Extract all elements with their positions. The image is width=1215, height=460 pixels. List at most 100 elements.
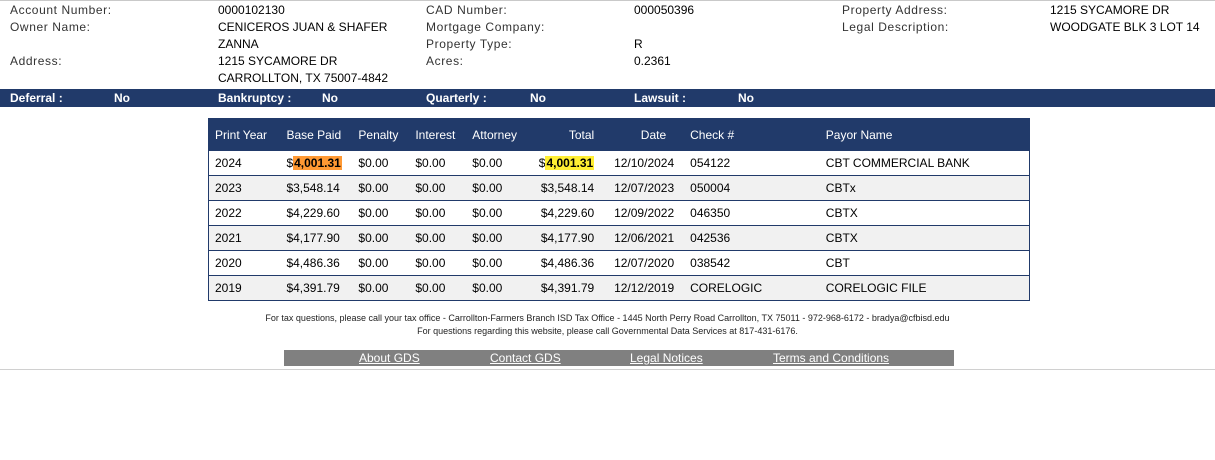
legal-notices-link[interactable]: Legal Notices: [630, 351, 703, 365]
deferral-value: No: [114, 91, 130, 105]
cell-date: 12/10/2024: [600, 150, 685, 176]
legal-description-value: WOODGATE BLK 3 LOT 14: [1050, 20, 1200, 34]
cell-print-year: 2019: [208, 275, 281, 301]
column-header-attorney: Attorney: [466, 118, 524, 151]
top-divider: [0, 0, 1215, 1]
cad-number-value: 000050396: [634, 3, 695, 17]
cell-total: $4,229.60: [523, 200, 601, 226]
cell-interest: $0.00: [409, 175, 467, 201]
mortgage-company-label: Mortgage Company:: [426, 20, 545, 34]
property-address-value: 1215 SYCAMORE DR: [1050, 3, 1170, 17]
bankruptcy-value: No: [322, 91, 338, 105]
payment-history-table: Print Year Base Paid Penalty Interest At…: [208, 118, 1030, 301]
cell-print-year: 2023: [208, 175, 281, 201]
deferral-label: Deferral :: [10, 91, 63, 105]
cell-interest: $0.00: [409, 150, 467, 176]
cell-interest: $0.00: [409, 200, 467, 226]
table-row: 2023 $3,548.14 $0.00 $0.00 $0.00 $3,548.…: [208, 175, 1030, 201]
cell-attorney: $0.00: [466, 200, 524, 226]
account-number-value: 0000102130: [218, 3, 285, 17]
column-header-check: Check #: [684, 118, 820, 151]
cell-total: $3,548.14: [523, 175, 601, 201]
quarterly-label: Quarterly :: [426, 91, 487, 105]
column-header-print-year: Print Year: [208, 118, 281, 151]
table-row: 2021 $4,177.90 $0.00 $0.00 $0.00 $4,177.…: [208, 225, 1030, 251]
quarterly-value: No: [530, 91, 546, 105]
cell-payor-name: CBTx: [819, 175, 1030, 201]
cell-attorney: $0.00: [466, 275, 524, 301]
property-type-label: Property Type:: [426, 37, 513, 51]
cell-check: 050004: [684, 175, 820, 201]
acres-label: Acres:: [426, 54, 464, 68]
lawsuit-label: Lawsuit :: [634, 91, 687, 105]
cad-number-label: CAD Number:: [426, 3, 508, 17]
column-header-base-paid: Base Paid: [280, 118, 353, 151]
base-paid-highlight: 4,001.31: [293, 156, 342, 170]
cell-penalty: $0.00: [352, 250, 410, 276]
cell-attorney: $0.00: [466, 225, 524, 251]
cell-interest: $0.00: [409, 250, 467, 276]
cell-check: 038542: [684, 250, 820, 276]
table-header-row: Print Year Base Paid Penalty Interest At…: [208, 118, 1030, 151]
contact-gds-link[interactable]: Contact GDS: [490, 351, 561, 365]
column-header-date: Date: [600, 118, 685, 151]
column-header-interest: Interest: [409, 118, 467, 151]
cell-base-paid: $4,391.79: [280, 275, 353, 301]
cell-attorney: $0.00: [466, 150, 524, 176]
cell-date: 12/06/2021: [600, 225, 685, 251]
cell-interest: $0.00: [409, 225, 467, 251]
table-row: 2022 $4,229.60 $0.00 $0.00 $0.00 $4,229.…: [208, 200, 1030, 226]
footer-link-bar: About GDS Contact GDS Legal Notices Term…: [284, 350, 954, 366]
column-header-penalty: Penalty: [352, 118, 410, 151]
table-row: 2020 $4,486.36 $0.00 $0.00 $0.00 $4,486.…: [208, 250, 1030, 276]
lawsuit-value: No: [738, 91, 754, 105]
cell-attorney: $0.00: [466, 250, 524, 276]
footer-website-text: For questions regarding this website, pl…: [417, 326, 798, 336]
address-label: Address:: [10, 54, 63, 68]
owner-name-line1: CENICEROS JUAN & SHAFER: [218, 20, 388, 34]
cell-base-paid: $4,177.90: [280, 225, 353, 251]
cell-penalty: $0.00: [352, 275, 410, 301]
cell-penalty: $0.00: [352, 225, 410, 251]
table-row: 2024 $4,001.31 $0.00 $0.00 $0.00 $4,001.…: [208, 150, 1030, 176]
cell-print-year: 2024: [208, 150, 281, 176]
about-gds-link[interactable]: About GDS: [359, 351, 420, 365]
address-line1: 1215 SYCAMORE DR: [218, 54, 338, 68]
column-header-payor-name: Payor Name: [819, 118, 1030, 151]
cell-date: 12/12/2019: [600, 275, 685, 301]
cell-date: 12/07/2023: [600, 175, 685, 201]
cell-total: $4,391.79: [523, 275, 601, 301]
cell-base-paid: $4,486.36: [280, 250, 353, 276]
cell-penalty: $0.00: [352, 200, 410, 226]
account-number-label: Account Number:: [10, 3, 112, 17]
column-header-total: Total: [523, 118, 601, 151]
cell-print-year: 2021: [208, 225, 281, 251]
table-row: 2019 $4,391.79 $0.00 $0.00 $0.00 $4,391.…: [208, 275, 1030, 301]
cell-check: CORELOGIC: [684, 275, 820, 301]
cell-total: $4,486.36: [523, 250, 601, 276]
footer-tax-office-text: For tax questions, please call your tax …: [265, 313, 950, 323]
property-address-label: Property Address:: [842, 3, 948, 17]
cell-base-paid: $3,548.14: [280, 175, 353, 201]
cell-date: 12/09/2022: [600, 200, 685, 226]
status-flags-bar: Deferral : No Bankruptcy : No Quarterly …: [0, 89, 1215, 107]
cell-total: $4,177.90: [523, 225, 601, 251]
bankruptcy-label: Bankruptcy :: [218, 91, 292, 105]
cell-interest: $0.00: [409, 275, 467, 301]
terms-and-conditions-link[interactable]: Terms and Conditions: [773, 351, 889, 365]
cell-payor-name: CBT COMMERCIAL BANK: [819, 150, 1030, 176]
legal-description-label: Legal Description:: [842, 20, 949, 34]
cell-check: 054122: [684, 150, 820, 176]
cell-check: 046350: [684, 200, 820, 226]
cell-base-paid: $4,001.31: [280, 150, 353, 176]
cell-base-paid: $4,229.60: [280, 200, 353, 226]
total-highlight: 4,001.31: [545, 156, 595, 170]
cell-payor-name: CORELOGIC FILE: [819, 275, 1030, 301]
owner-name-label: Owner Name:: [10, 20, 91, 34]
cell-penalty: $0.00: [352, 175, 410, 201]
cell-check: 042536: [684, 225, 820, 251]
bottom-divider: [0, 369, 1215, 370]
cell-payor-name: CBT: [819, 250, 1030, 276]
cell-payor-name: CBTX: [819, 225, 1030, 251]
cell-print-year: 2022: [208, 200, 281, 226]
